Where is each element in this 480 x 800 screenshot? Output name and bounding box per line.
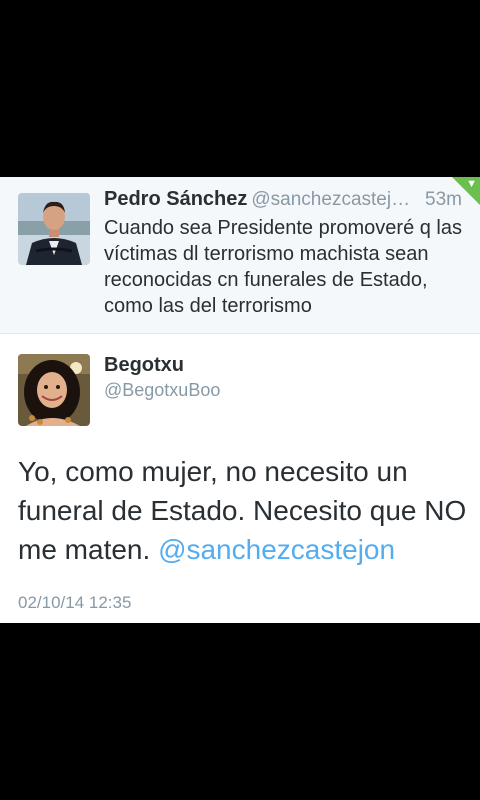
author-name[interactable]: Begotxu <box>104 354 184 377</box>
quoted-tweet[interactable]: Pedro Sánchez @sanchezcastej… 53m Cuando … <box>0 177 480 334</box>
profile-photo-icon <box>18 193 90 265</box>
pedro-avatar[interactable] <box>18 193 90 265</box>
main-tweet: Begotxu @BegotxuBoo Yo, como mujer, no n… <box>0 334 480 623</box>
begotxu-avatar[interactable] <box>18 354 90 426</box>
quoted-tweet-text: Cuando sea Presidente promoveré q las ví… <box>104 217 462 317</box>
download-arrow-icon: ▼ <box>466 178 477 190</box>
quoted-header: Pedro Sánchez @sanchezcastej… 53m <box>104 188 462 216</box>
tweet-timestamp: 02/10/14 12:35 <box>18 593 132 612</box>
quoted-author-handle[interactable]: @sanchezcastej… <box>251 189 410 210</box>
tweet-text: Yo, como mujer, no necesito un funeral d… <box>18 452 468 569</box>
quoted-author-name[interactable]: Pedro Sánchez <box>104 188 247 210</box>
screen: Pedro Sánchez @sanchezcastej… 53m Cuando … <box>0 0 480 800</box>
author-handle[interactable]: @BegotxuBoo <box>104 380 220 401</box>
profile-photo-icon <box>18 354 90 426</box>
mention-link[interactable]: @sanchezcastejon <box>158 534 395 565</box>
tweet-card: Pedro Sánchez @sanchezcastej… 53m Cuando … <box>0 177 480 623</box>
